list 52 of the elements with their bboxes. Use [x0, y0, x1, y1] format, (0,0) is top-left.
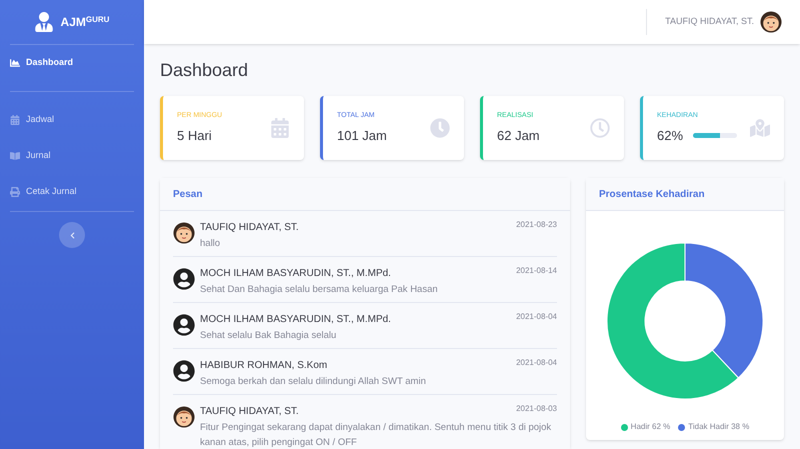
- collapse-sidebar-button[interactable]: [59, 222, 85, 248]
- message-text: hallo: [200, 237, 222, 251]
- panel-title: Prosentase Kehadiran: [599, 188, 705, 202]
- sidebar-item[interactable]: Dashboard: [10, 45, 134, 81]
- avatar-icon: [760, 11, 782, 33]
- page-title: Dashboard: [160, 59, 250, 82]
- stat-value: 62%: [657, 126, 684, 144]
- sidebar-item[interactable]: Cetak Jurnal: [10, 174, 134, 210]
- sender-name: TAUFIQ HIDAYAT, ST.: [200, 405, 299, 419]
- stat-value: 101 Jam: [337, 126, 387, 144]
- calendar-icon: [10, 115, 20, 125]
- user-avatar-icon: [173, 360, 195, 382]
- map-icon: [750, 118, 770, 138]
- message-text: Sehat selalu Bak Bahagia selalu: [200, 329, 338, 343]
- brand-logo[interactable]: AJM$^{GURU}$: [60, 13, 110, 31]
- message-date: 2021-08-14: [516, 265, 557, 277]
- message-text: Sehat Dan Bahagia selalu bersama keluarga Pak Hasan: [200, 283, 439, 297]
- avatar-icon: [173, 222, 195, 244]
- message-date: 2021-08-04: [516, 311, 557, 323]
- chart-icon: [10, 58, 20, 68]
- message-date: 2021-08-23: [516, 219, 557, 231]
- sidebar-item[interactable]: Jurnal: [10, 138, 134, 174]
- user-avatar-icon: [173, 314, 195, 336]
- clock-icon: [590, 118, 610, 138]
- legend-label: Hadir 62 %: [630, 421, 670, 433]
- sender-name: TAUFIQ HIDAYAT, ST.: [200, 221, 299, 235]
- message-text: Fitur Pengingat sekarang dapat dinyalakan / dimatikan. Sentuh menu titik 3 di pojok kanan atas, pilih pengingat ON / OFF: [200, 421, 552, 449]
- user-tie-icon: [34, 12, 53, 32]
- sender-name: MOCH ILHAM BASYARUDIN, ST., M.MPd.: [200, 313, 391, 327]
- sender-name: HABIBUR ROHMAN, S.Kom: [200, 359, 328, 373]
- printer-icon: [10, 187, 20, 197]
- sidebar-item[interactable]: Jadwal: [10, 102, 134, 138]
- panel-title: Pesan: [173, 188, 202, 202]
- chevron-left-icon: [68, 232, 76, 238]
- legend-label: Tidak Hadir 38 %: [688, 421, 750, 433]
- book-icon: [10, 151, 20, 161]
- user-avatar-icon: [173, 268, 195, 290]
- calendar-icon: [270, 118, 290, 138]
- user-name[interactable]: TAUFIQ HIDAYAT, ST.: [665, 15, 754, 29]
- message-item[interactable]: TAUFIQ HIDAYAT, ST. 2021-08-03 Fitur Pengingat sekarang dapat dinyalakan / dimatikan. Sentuh menu titik 3 di pojok kanan atas, pilih pengingat ON / OFF: [173, 395, 557, 449]
- avatar-icon: [173, 406, 195, 428]
- clock-icon: [430, 118, 450, 138]
- message-date: 2021-08-04: [516, 357, 557, 369]
- stat-value: 62 Jam: [497, 126, 540, 144]
- message-text: Semoga berkah dan selalu dilindungi Allah SWT amin: [200, 375, 427, 389]
- sender-name: MOCH ILHAM BASYARUDIN, ST., M.MPd.: [200, 267, 391, 281]
- message-item[interactable]: MOCH ILHAM BASYARUDIN, ST., M.MPd. 2021-08-14 Sehat Dan Bahagia selalu bersama keluarga Pak Hasan: [173, 257, 557, 303]
- message-item[interactable]: MOCH ILHAM BASYARUDIN, ST., M.MPd. 2021-08-04 Sehat selalu Bak Bahagia selalu: [173, 303, 557, 349]
- message-date: 2021-08-03: [516, 403, 557, 415]
- message-item[interactable]: HABIBUR ROHMAN, S.Kom 2021-08-04 Semoga berkah dan selalu dilindungi Allah SWT amin: [173, 349, 557, 395]
- stat-value: 5 Hari: [177, 126, 212, 144]
- message-item[interactable]: TAUFIQ HIDAYAT, ST. 2021-08-23 hallo: [173, 211, 557, 257]
